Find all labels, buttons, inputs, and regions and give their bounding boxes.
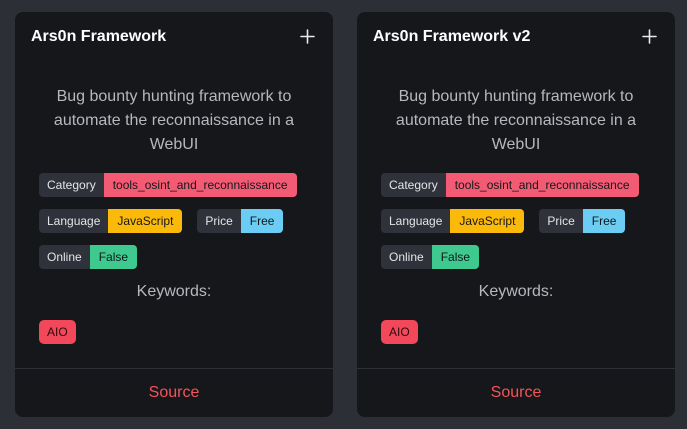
plus-icon[interactable]: [642, 29, 657, 44]
tag-key: Language: [381, 209, 451, 233]
price-tag: Price Free: [539, 209, 626, 233]
tag-key: Category: [39, 173, 104, 197]
price-tag: Price Free: [197, 209, 284, 233]
language-tag: Language JavaScript: [381, 209, 525, 233]
tag-key: Price: [197, 209, 241, 233]
tag-list: Category tools_osint_and_reconnaissance …: [381, 173, 659, 281]
tag-value: False: [89, 245, 138, 269]
language-tag: Language JavaScript: [39, 209, 183, 233]
card-header: Ars0n Framework: [31, 26, 317, 50]
tag-value: Free: [582, 209, 626, 233]
online-tag: Online False: [39, 245, 138, 269]
tag-value: JavaScript: [108, 209, 183, 233]
category-tag: Category tools_osint_and_reconnaissance: [381, 173, 639, 197]
tool-card: Ars0n Framework Bug bounty hunting frame…: [15, 12, 333, 417]
keywords-heading: Keywords:: [136, 283, 212, 300]
card-description: Bug bounty hunting framework to automate…: [53, 88, 295, 153]
card-divider: [357, 368, 675, 369]
card-title: Ars0n Framework: [31, 28, 167, 45]
tag-key: Language: [39, 209, 109, 233]
tag-value: JavaScript: [450, 209, 525, 233]
keywords-heading: Keywords:: [478, 283, 554, 300]
tool-card-grid: Ars0n Framework Bug bounty hunting frame…: [0, 0, 687, 429]
tag-key: Online: [39, 245, 90, 269]
tag-value: Free: [240, 209, 284, 233]
keyword-badge: AIO: [39, 320, 76, 344]
tag-key: Category: [381, 173, 446, 197]
card-title: Ars0n Framework v2: [373, 28, 531, 45]
tag-list: Category tools_osint_and_reconnaissance …: [39, 173, 317, 281]
keyword-badge: AIO: [381, 320, 418, 344]
tag-key: Price: [539, 209, 583, 233]
online-tag: Online False: [381, 245, 480, 269]
card-description: Bug bounty hunting framework to automate…: [395, 88, 637, 153]
tag-value: tools_osint_and_reconnaissance: [445, 173, 639, 197]
plus-icon[interactable]: [300, 29, 315, 44]
tag-key: Online: [381, 245, 432, 269]
tag-value: False: [431, 245, 480, 269]
source-link[interactable]: Source: [15, 384, 333, 402]
category-tag: Category tools_osint_and_reconnaissance: [39, 173, 297, 197]
tool-card: Ars0n Framework v2 Bug bounty hunting fr…: [357, 12, 675, 417]
card-divider: [15, 368, 333, 369]
card-header: Ars0n Framework v2: [373, 26, 659, 50]
tag-value: tools_osint_and_reconnaissance: [103, 173, 297, 197]
source-link[interactable]: Source: [357, 384, 675, 402]
